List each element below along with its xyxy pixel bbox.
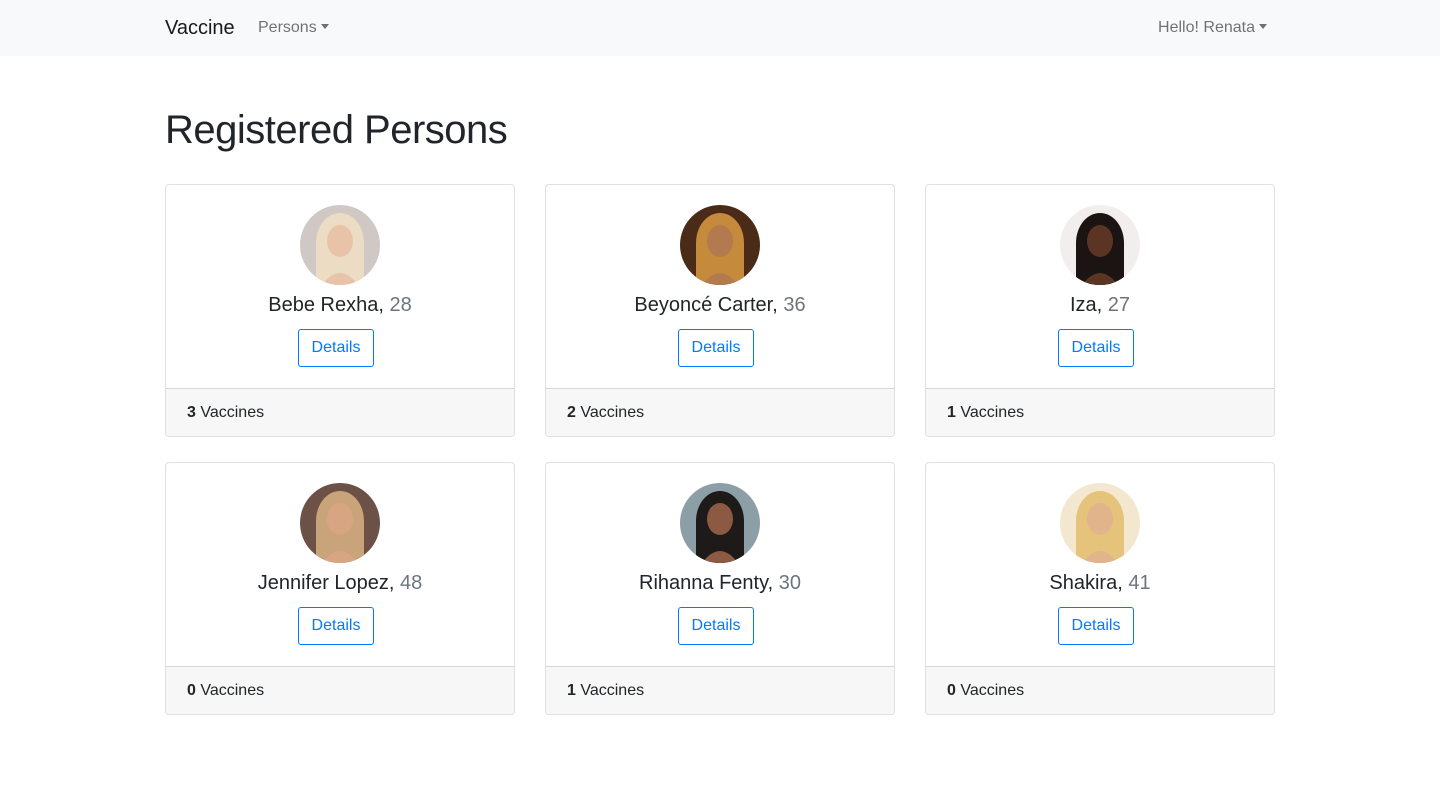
person-title: Shakira, 41 — [1049, 572, 1151, 594]
vaccine-count: 0 — [187, 682, 196, 699]
user-dropdown-label: Hello! Renata — [1158, 19, 1255, 36]
user-dropdown[interactable]: Hello! Renata — [1158, 18, 1267, 38]
vaccine-label: Vaccines — [960, 404, 1025, 421]
person-name: Jennifer Lopez — [257, 572, 389, 594]
card-body: Jennifer Lopez, 48 Details — [166, 463, 514, 666]
caret-down-icon — [1259, 24, 1267, 29]
card-body: Beyoncé Carter, 36 Details — [546, 185, 894, 388]
card-footer: 1 Vaccines — [926, 388, 1274, 436]
person-name: Bebe Rexha — [268, 294, 379, 316]
person-card: Iza, 27 Details 1 Vaccines — [925, 184, 1275, 437]
person-card: Shakira, 41 Details 0 Vaccines — [925, 462, 1275, 715]
details-button[interactable]: Details — [1058, 329, 1134, 367]
person-card: Bebe Rexha, 28 Details 3 Vaccines — [165, 184, 515, 437]
details-button[interactable]: Details — [298, 329, 374, 367]
person-name: Beyoncé Carter — [634, 294, 773, 316]
card-footer: 1 Vaccines — [546, 666, 894, 714]
vaccine-label: Vaccines — [580, 404, 645, 421]
details-button[interactable]: Details — [1058, 607, 1134, 645]
person-card: Beyoncé Carter, 36 Details 2 Vaccines — [545, 184, 895, 437]
avatar — [1060, 205, 1140, 285]
person-card-grid: Bebe Rexha, 28 Details 3 Vaccines Beyonc… — [165, 184, 1275, 715]
avatar — [680, 205, 760, 285]
vaccine-count: 0 — [947, 682, 956, 699]
person-card: Rihanna Fenty, 30 Details 1 Vaccines — [545, 462, 895, 715]
person-title: Iza, 27 — [1069, 294, 1131, 316]
vaccine-label: Vaccines — [200, 682, 265, 699]
person-title: Rihanna Fenty, 30 — [639, 572, 801, 594]
vaccine-count: 3 — [187, 404, 196, 421]
vaccine-label: Vaccines — [960, 682, 1025, 699]
caret-down-icon — [320, 24, 329, 29]
person-age: 48 — [400, 572, 423, 594]
person-age: 28 — [389, 294, 412, 316]
vaccine-label: Vaccines — [200, 404, 265, 421]
person-name: Rihanna Fenty — [639, 572, 768, 594]
card-footer: 3 Vaccines — [166, 388, 514, 436]
person-title: Jennifer Lopez, 48 — [257, 572, 423, 594]
card-body: Iza, 27 Details — [926, 185, 1274, 388]
card-footer: 2 Vaccines — [546, 388, 894, 436]
person-age: 36 — [783, 294, 806, 316]
persons-dropdown[interactable]: Persons — [258, 18, 329, 38]
person-title: Beyoncé Carter, 36 — [634, 294, 806, 316]
page-title: Registered Persons — [165, 108, 508, 152]
brand-link[interactable]: Vaccine — [165, 15, 235, 41]
avatar — [300, 205, 380, 285]
vaccine-count: 1 — [567, 682, 576, 699]
person-name: Iza — [1069, 294, 1097, 316]
person-card: Jennifer Lopez, 48 Details 0 Vaccines — [165, 462, 515, 715]
person-name: Shakira — [1049, 572, 1118, 594]
person-age: 27 — [1107, 294, 1131, 316]
card-body: Bebe Rexha, 28 Details — [166, 185, 514, 388]
persons-dropdown-label: Persons — [258, 19, 317, 36]
avatar — [1060, 483, 1140, 563]
card-body: Shakira, 41 Details — [926, 463, 1274, 666]
vaccine-count: 1 — [947, 404, 956, 421]
details-button[interactable]: Details — [678, 607, 754, 645]
person-title: Bebe Rexha, 28 — [268, 294, 412, 316]
card-footer: 0 Vaccines — [926, 666, 1274, 714]
person-age: 41 — [1128, 572, 1151, 594]
avatar — [300, 483, 380, 563]
card-footer: 0 Vaccines — [166, 666, 514, 714]
vaccine-label: Vaccines — [580, 682, 645, 699]
vaccine-count: 2 — [567, 404, 576, 421]
details-button[interactable]: Details — [298, 607, 374, 645]
person-age: 30 — [778, 572, 801, 594]
avatar — [680, 483, 760, 563]
navbar: Vaccine Persons Hello! Renata — [0, 0, 1440, 56]
details-button[interactable]: Details — [678, 329, 754, 367]
card-body: Rihanna Fenty, 30 Details — [546, 463, 894, 666]
